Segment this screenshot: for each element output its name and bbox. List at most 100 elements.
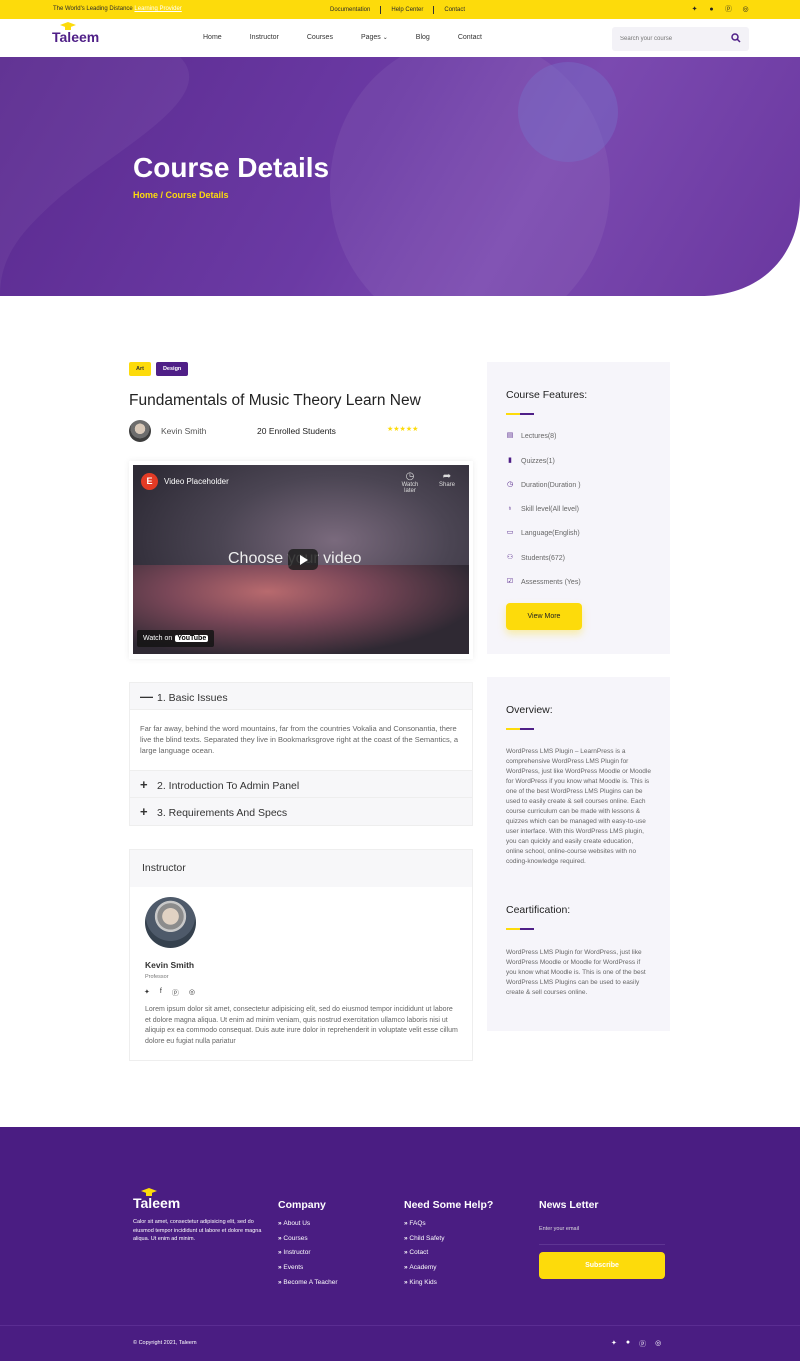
facebook-icon[interactable]: f bbox=[160, 988, 162, 998]
tagline: The World's Leading Distance Learning Pr… bbox=[53, 6, 182, 12]
view-more-button[interactable]: View More bbox=[506, 603, 582, 630]
course-author[interactable]: Kevin Smith bbox=[161, 426, 206, 436]
facebook-icon[interactable]: ● bbox=[626, 1339, 630, 1349]
course-title: Fundamentals of Music Theory Learn New bbox=[129, 392, 421, 409]
subscribe-button[interactable]: Subscribe bbox=[539, 1252, 665, 1279]
footer-logo[interactable]: Taleem bbox=[133, 1188, 181, 1211]
instructor-role: Professor bbox=[145, 974, 169, 980]
instagram-icon[interactable]: ◎ bbox=[189, 988, 195, 998]
instructor-social: ✦ f ⓟ ◎ bbox=[144, 988, 195, 998]
footer-divider bbox=[0, 1325, 800, 1326]
main-nav: Taleem Home Instructor Courses Pages ⌄ B… bbox=[0, 19, 800, 57]
feature-duration: ◷ Duration(Duration ) bbox=[506, 481, 581, 489]
top-social: ✦ ● ⓟ ◎ bbox=[690, 5, 750, 14]
video-embed: E Video Placeholder ◷ Watch later ➦ Share … bbox=[129, 461, 473, 659]
bookmark-icon: ▮ bbox=[508, 457, 512, 464]
nav-item-pages-label: Pages bbox=[360, 34, 381, 41]
video-header: E Video Placeholder bbox=[141, 473, 229, 490]
twitter-icon[interactable]: ✦ bbox=[690, 5, 699, 14]
users-icon: ⚇ bbox=[506, 554, 514, 561]
tag-art[interactable]: Art bbox=[129, 362, 151, 376]
nav-menu: Home Instructor Courses Pages ⌄ Blog Con… bbox=[203, 34, 510, 41]
feature-language: ▭ Language(English) bbox=[506, 529, 580, 537]
feature-assessments: ☑ Assessments (Yes) bbox=[506, 578, 581, 586]
footer-logo-text: Taleem bbox=[133, 1195, 181, 1211]
chevron-down-icon: ⌄ bbox=[382, 35, 388, 41]
footer-link[interactable]: About Us bbox=[278, 1220, 338, 1235]
plus-icon: + bbox=[140, 777, 148, 792]
footer-link[interactable]: Cotact bbox=[404, 1249, 444, 1264]
footer-link[interactable]: FAQs bbox=[404, 1220, 444, 1235]
plus-icon: + bbox=[140, 804, 148, 819]
enrolled-count: 20 Enrolled Students bbox=[257, 426, 336, 436]
footer-link[interactable]: Courses bbox=[278, 1235, 338, 1250]
nav-item-home[interactable]: Home bbox=[203, 34, 222, 41]
top-links: Documentation Help Center Contact bbox=[330, 6, 475, 14]
feature-label: Duration(Duration ) bbox=[521, 481, 581, 489]
course-tags: Art Design bbox=[129, 362, 189, 376]
logo[interactable]: Taleem bbox=[52, 22, 99, 45]
search-box bbox=[612, 27, 749, 51]
nav-item-contact[interactable]: Contact bbox=[458, 34, 482, 41]
feature-skill-level: ♁ Skill level(All level) bbox=[506, 505, 579, 513]
pinterest-icon[interactable]: ⓟ bbox=[639, 1339, 646, 1349]
nav-item-courses[interactable]: Courses bbox=[307, 34, 333, 41]
overview-card: Overview: WordPress LMS Plugin – LearnPr… bbox=[487, 677, 670, 1031]
top-bar: The World's Leading Distance Learning Pr… bbox=[0, 0, 800, 19]
features-heading: Course Features: bbox=[506, 389, 588, 401]
instructor-name[interactable]: Kevin Smith bbox=[145, 960, 194, 970]
watch-later-label: Watch later bbox=[401, 482, 419, 494]
feature-label: Language(English) bbox=[521, 529, 580, 537]
elementor-icon: E bbox=[141, 473, 158, 490]
tag-design[interactable]: Design bbox=[155, 362, 189, 376]
feature-label: Assessments (Yes) bbox=[521, 578, 581, 586]
course-meta: Kevin Smith 20 Enrolled Students ★★★★★ bbox=[129, 420, 473, 442]
accordion-item-3[interactable]: +3. Requirements And Specs bbox=[130, 798, 472, 825]
pinterest-icon[interactable]: ⓟ bbox=[724, 5, 733, 14]
footer-link[interactable]: Become A Teacher bbox=[278, 1279, 337, 1294]
facebook-icon[interactable]: ● bbox=[707, 5, 716, 14]
language-icon: ▭ bbox=[506, 529, 514, 536]
graduation-cap-icon bbox=[141, 1188, 157, 1196]
nav-item-instructor[interactable]: Instructor bbox=[250, 34, 279, 41]
nav-item-pages[interactable]: Pages ⌄ bbox=[361, 34, 388, 41]
accordion-title: 3. Requirements And Specs bbox=[157, 807, 288, 819]
instagram-icon[interactable]: ◎ bbox=[741, 5, 750, 14]
instagram-icon[interactable]: ◎ bbox=[655, 1339, 661, 1349]
course-features-card: Course Features: ▤ Lectures(8) ▮ Quizzes(1… bbox=[487, 362, 670, 654]
newsletter-email-field[interactable]: Enter your email bbox=[539, 1226, 665, 1245]
search-icon[interactable] bbox=[731, 33, 741, 43]
top-link-contact[interactable]: Contact bbox=[434, 6, 475, 14]
file-icon: ▤ bbox=[506, 432, 514, 439]
share-button[interactable]: ➦ Share bbox=[435, 471, 459, 488]
overview-text: WordPress LMS Plugin – LearnPress is a c… bbox=[506, 748, 651, 865]
company-heading: Company bbox=[278, 1199, 326, 1211]
top-link-documentation[interactable]: Documentation bbox=[330, 6, 382, 14]
graduation-cap-icon bbox=[60, 22, 76, 30]
page-title: Course Details bbox=[133, 152, 330, 183]
youtube-icon: YouTube bbox=[175, 635, 209, 642]
watch-on-youtube[interactable]: Watch on YouTube bbox=[137, 630, 215, 647]
footer-link[interactable]: Events bbox=[278, 1264, 338, 1279]
instructor-card: Instructor Kevin Smith Professor ✦ f ⓟ ◎… bbox=[129, 849, 473, 1061]
twitter-icon[interactable]: ✦ bbox=[144, 988, 150, 998]
accordion-item-1[interactable]: — 1. Basic Issues bbox=[130, 683, 472, 710]
footer-link[interactable]: King Kids bbox=[404, 1279, 444, 1294]
video-frame[interactable]: E Video Placeholder ◷ Watch later ➦ Share … bbox=[133, 465, 469, 654]
breadcrumb[interactable]: Home / Course Details bbox=[133, 190, 229, 200]
footer-link[interactable]: Academy bbox=[404, 1264, 444, 1279]
search-input[interactable] bbox=[612, 27, 722, 51]
twitter-icon[interactable]: ✦ bbox=[611, 1339, 617, 1349]
top-link-help-center[interactable]: Help Center bbox=[381, 6, 435, 14]
accordion-item-2[interactable]: +2. Introduction To Admin Panel bbox=[130, 771, 472, 798]
certification-heading: Ceartification: bbox=[506, 904, 571, 916]
footer-link[interactable]: Instructor bbox=[278, 1249, 338, 1264]
help-links: FAQs Child Safety Cotact Academy King Ki… bbox=[404, 1220, 444, 1293]
play-icon[interactable] bbox=[288, 549, 318, 570]
feature-label: Quizzes(1) bbox=[521, 457, 555, 465]
pinterest-icon[interactable]: ⓟ bbox=[172, 988, 179, 998]
watch-later-button[interactable]: ◷ Watch later bbox=[395, 471, 425, 494]
footer-link[interactable]: Child Safety bbox=[404, 1235, 444, 1250]
tagline-highlight[interactable]: Learning Provider bbox=[134, 6, 181, 12]
nav-item-blog[interactable]: Blog bbox=[416, 34, 430, 41]
